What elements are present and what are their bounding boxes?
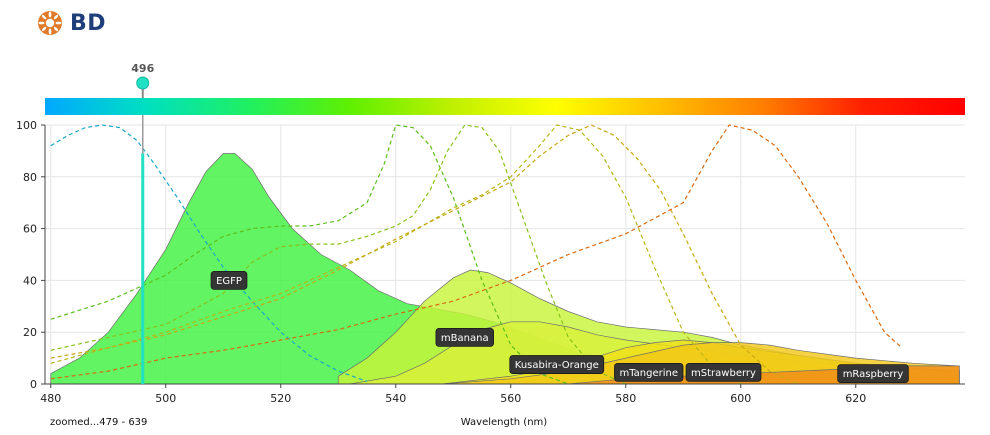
fluorochrome-label-text: Kusabira-Orange [515,360,599,371]
y-tick-label: 60 [23,223,37,236]
x-tick-label: 520 [270,392,291,405]
x-tick-label: 500 [155,392,176,405]
x-tick-label: 580 [615,392,636,405]
spectrum-color-bar [45,98,965,115]
fluorochrome-label-text: mBanana [441,333,489,344]
y-tick-label: 80 [23,171,37,184]
y-tick-label: 0 [30,378,37,391]
zoom-range-label: zoomed...479 - 639 [50,417,147,428]
laser-marker-label: 496 [131,62,154,75]
x-axis-title: Wavelength (nm) [461,417,547,428]
label-mstrawberry[interactable]: mStrawberry [685,362,762,382]
label-kusabira-orange[interactable]: Kusabira-Orange [509,355,605,374]
y-tick-label: 40 [23,274,37,287]
x-tick-label: 480 [40,392,61,405]
label-mbanana[interactable]: mBanana [435,327,494,347]
x-tick-label: 600 [730,392,751,405]
fluorochrome-label-text: mTangerine [619,368,678,379]
spectrum-chart: 0 20 40 60 80 100 480 500 520 540 560 580 600 620 496… [16,62,965,428]
x-tick-label: 560 [500,392,521,405]
y-tick-label: 100 [16,119,37,132]
label-egfp[interactable]: EGFP [210,270,248,290]
laser-marker-handle[interactable] [136,76,150,90]
label-mraspberry[interactable]: mRaspberry [837,364,909,384]
fluorochrome-label-text: mStrawberry [691,368,756,379]
emission-layer [50,153,960,385]
label-mtangerine[interactable]: mTangerine [614,362,684,382]
x-tick-label: 620 [845,392,866,405]
fluorochrome-label-text: EGFP [216,276,242,287]
x-tick-label: 540 [385,392,406,405]
fluorochrome-label-text: mRaspberry [843,369,904,380]
y-tick-label: 20 [23,326,37,339]
